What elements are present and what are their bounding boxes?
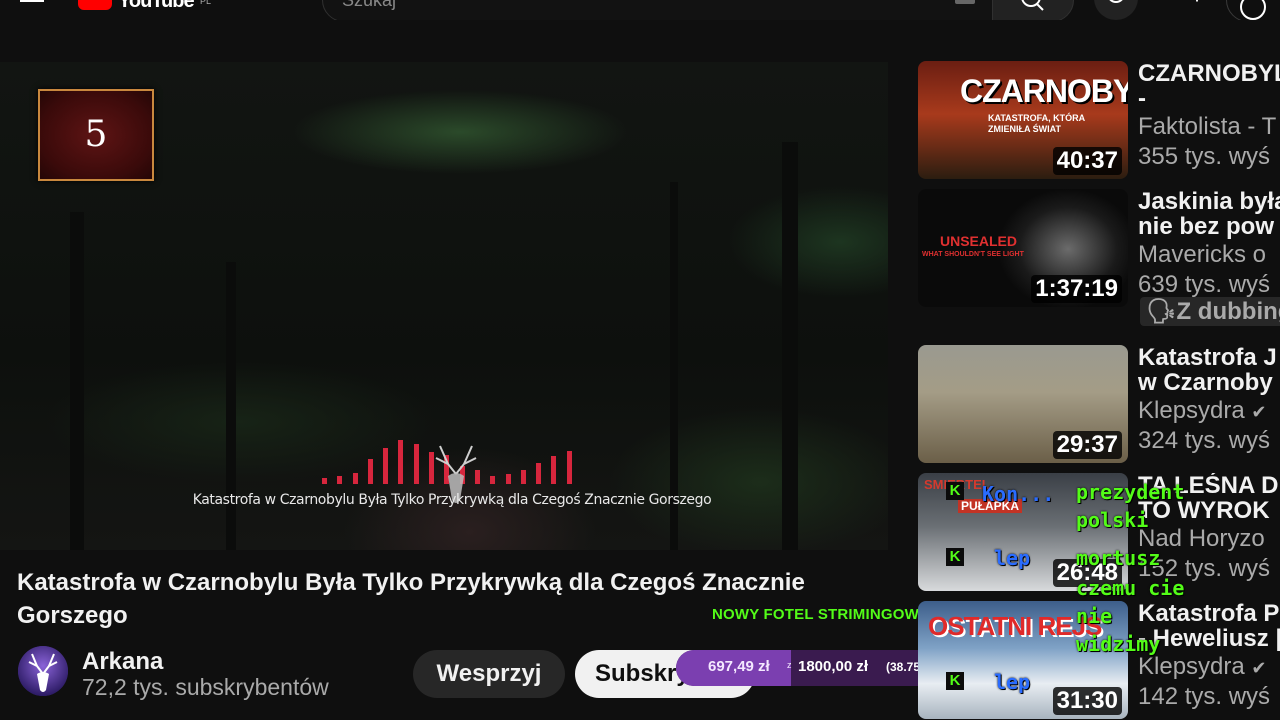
donation-goal-current: 697,49 zł <box>708 658 770 675</box>
equalizer-bar <box>322 478 327 484</box>
channel-subscriber-count: 72,2 tys. subskrybentów <box>82 674 329 700</box>
related-video-title[interactable]: Jaskinia była nie bez pow <box>1138 189 1280 239</box>
counter-box: 5 <box>38 89 154 181</box>
video-player[interactable]: 5 Katastrofa w Czarnobylu Była Tylko Prz… <box>0 62 888 550</box>
search-button[interactable] <box>992 0 1074 20</box>
related-video-title[interactable]: CZARNOBYL - KATASTROFA <box>1138 61 1280 111</box>
chat-message: nie <box>1076 604 1113 628</box>
donation-goal-target: 1800,00 zł <box>798 658 869 675</box>
equalizer-bar <box>551 456 557 484</box>
related-video-item[interactable]: UNSEALED WHAT SHOULDN'T SEE LIGHT 1:37:1… <box>918 189 1280 326</box>
verified-icon: ✔ <box>1251 658 1267 678</box>
deer-avatar-icon <box>18 646 68 696</box>
search-icon <box>1021 0 1044 11</box>
channel-label: Klepsydra <box>1138 397 1245 424</box>
chat-message: prezydent <box>1076 480 1185 504</box>
dubbing-badge: 🗣Z dubbing <box>1140 297 1280 326</box>
chat-message: Kon... <box>982 482 1055 506</box>
keyboard-icon[interactable] <box>955 0 975 4</box>
search-placeholder: Szukaj <box>342 0 397 10</box>
thumbnail-subtext: WHAT SHOULDN'T SEE LIGHT <box>922 251 1024 258</box>
thumbnail-text: CZARNOBYL <box>960 73 1128 109</box>
kick-badge-icon: K <box>946 672 964 690</box>
youtube-logo-text[interactable]: YouTube <box>118 0 195 13</box>
related-video-channel[interactable]: Faktolista - T <box>1138 113 1276 141</box>
related-video-channel[interactable]: Klepsydra ✔ <box>1138 653 1267 681</box>
chat-message: lep <box>994 546 1031 570</box>
chat-message: mortusz <box>1076 546 1161 570</box>
kick-badge-icon: K <box>946 482 964 500</box>
related-video-thumbnail[interactable]: CZARNOBYL KATASTROFA, KTÓRA ZMIENIŁA ŚWI… <box>918 61 1128 179</box>
support-button[interactable]: Wesprzyj <box>413 650 565 698</box>
chat-message: lep <box>994 670 1031 694</box>
thumbnail-subtext: KATASTROFA, KTÓRA ZMIENIŁA ŚWIAT <box>988 113 1085 134</box>
equalizer-bar <box>536 463 542 484</box>
related-video-item[interactable]: 29:37 Katastrofa J w Czarnoby Klepsydra … <box>918 345 1280 463</box>
search-input[interactable] <box>322 0 994 20</box>
channel-avatar[interactable] <box>18 646 68 696</box>
video-duration: 29:37 <box>1052 431 1122 459</box>
related-video-views: 355 tys. wyś <box>1138 143 1271 170</box>
equalizer-bar <box>367 458 373 484</box>
donation-goal-separator: z <box>787 660 792 670</box>
thumbnail-text: UNSEALED <box>940 233 1018 249</box>
chat-message: polski <box>1076 508 1149 532</box>
related-video-channel[interactable]: Mavericks o <box>1138 241 1266 269</box>
video-duration: 1:37:19 <box>1031 275 1122 303</box>
counter-value: 5 <box>84 114 108 155</box>
menu-icon[interactable] <box>20 0 44 8</box>
chat-message: czemu cie <box>1076 576 1185 600</box>
video-duration: 40:37 <box>1052 147 1122 175</box>
equalizer-bar <box>505 473 511 484</box>
equalizer-bar <box>520 470 526 484</box>
verified-icon: ✔ <box>1251 402 1267 422</box>
region-code: PL <box>200 0 212 6</box>
related-video-views: 639 tys. wyś <box>1138 271 1271 298</box>
related-video-views: 324 tys. wyś <box>1138 427 1271 454</box>
video-duration: 31:30 <box>1052 687 1122 715</box>
equalizer-bar <box>566 450 572 484</box>
related-video-item[interactable]: CZARNOBYL KATASTROFA, KTÓRA ZMIENIŁA ŚWI… <box>918 61 1280 179</box>
account-icon <box>1240 0 1266 20</box>
related-video-thumbnail[interactable]: 29:37 <box>918 345 1128 463</box>
more-options-icon[interactable]: ⋮ <box>1188 0 1206 10</box>
donation-goal-title: NOWY FOTEL STRIMINGOWY <box>712 606 930 623</box>
kick-badge-icon: K <box>946 548 964 566</box>
equalizer-bar <box>337 475 343 484</box>
account-button[interactable] <box>1226 0 1280 20</box>
video-caption: Katastrofa w Czarnobylu Była Tylko Przyk… <box>192 492 712 508</box>
equalizer-bar <box>352 472 358 484</box>
related-video-channel[interactable]: Klepsydra ✔ <box>1138 397 1267 425</box>
channel-name[interactable]: Arkana <box>82 648 163 676</box>
channel-label: Klepsydra <box>1138 653 1245 680</box>
top-bar: YouTube PL Szukaj ⋮ <box>0 0 1280 20</box>
dubbing-icon: 🗣 <box>1146 298 1177 325</box>
voice-search-button[interactable] <box>1094 0 1138 20</box>
related-video-title[interactable]: Katastrofa J w Czarnoby <box>1138 345 1280 395</box>
dubbing-badge-label: Z dubbing <box>1176 298 1280 325</box>
related-video-views: 142 tys. wyś <box>1138 683 1271 710</box>
youtube-logo-icon[interactable] <box>78 0 112 10</box>
equalizer-bar <box>383 448 389 484</box>
chat-message: widzimy <box>1076 632 1161 656</box>
equalizer-bar <box>398 440 404 484</box>
related-video-thumbnail[interactable]: UNSEALED WHAT SHOULDN'T SEE LIGHT 1:37:1… <box>918 189 1128 307</box>
microphone-icon <box>1109 0 1123 3</box>
